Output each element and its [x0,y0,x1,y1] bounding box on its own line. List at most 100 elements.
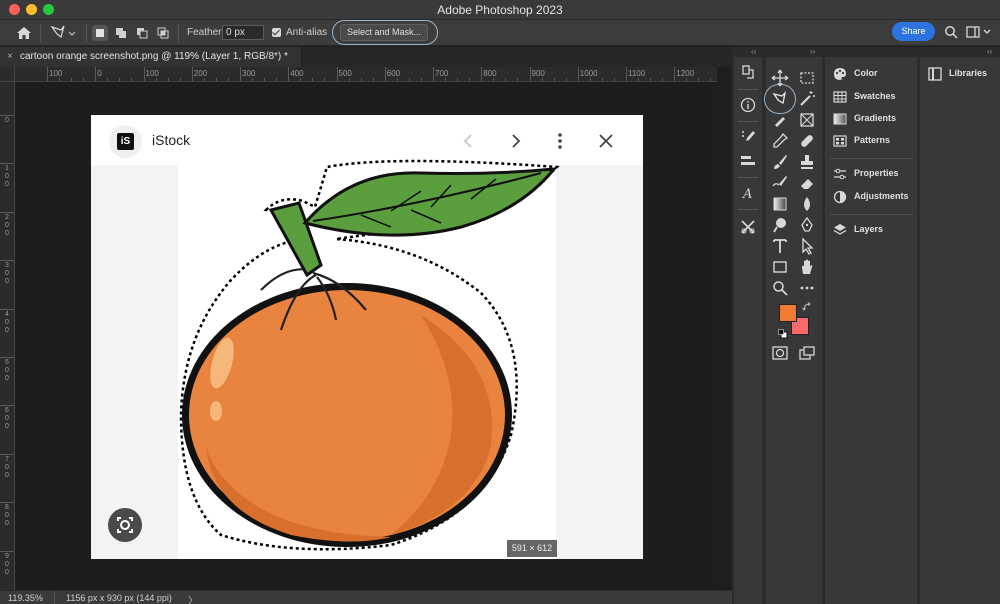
ruler-label: 400 [5,310,9,334]
share-button[interactable]: Share [892,22,935,41]
patterns-icon [833,135,847,147]
add-to-selection-button[interactable] [113,25,129,41]
patterns-panel-label: Patterns [854,135,891,145]
ruler-label: 900 [5,552,9,576]
tab-strip [302,47,732,67]
adjustments-panel-button[interactable]: Adjustments [833,189,917,205]
marquee-tool-icon[interactable] [798,69,816,87]
gradient-icon [833,113,847,125]
ruler-label: 900 [531,69,545,78]
pen-tool-icon[interactable] [798,216,816,234]
ruler-tick [47,67,48,81]
rectangle-tool-icon[interactable] [771,258,789,276]
ruler-label: 600 [5,407,9,431]
eyedropper-tool-icon[interactable] [771,132,789,150]
blur-tool-icon[interactable] [798,195,816,213]
type-tool-icon[interactable] [771,237,789,255]
app-title: Adobe Photoshop 2023 [437,3,563,17]
anti-alias-checkbox[interactable] [272,28,281,37]
home-icon[interactable] [15,24,33,42]
foreground-color-swatch[interactable] [779,304,797,322]
status-menu-arrow[interactable]: 〉 [188,592,198,604]
document-info[interactable]: 1156 px x 930 px (144 ppi) [66,593,172,603]
ruler-tick [384,67,386,81]
ruler-tick [0,308,14,310]
search-icon[interactable] [944,25,958,39]
swatches-panel-button[interactable]: Swatches [833,89,917,105]
polygonal-lasso-tool-icon[interactable] [771,90,789,108]
workspace-layout-icon[interactable] [966,25,980,39]
ruler-tick [191,67,193,81]
pen-small-tool-icon[interactable] [771,111,789,129]
path-selection-tool-icon[interactable] [798,237,816,255]
tool-presets-icon[interactable] [740,153,756,169]
horizontal-ruler[interactable]: 100 0 100 200 300 400 500 600 700 800 900 1000 1100 1… [15,67,717,82]
chevron-down-icon[interactable] [982,25,992,39]
frame-tool-icon[interactable] [798,111,816,129]
brush-tool-icon[interactable] [771,153,789,171]
select-and-mask-button[interactable]: Select and Mask... [340,24,428,41]
collapse-libraries-icon[interactable]: ‹‹ [987,47,992,57]
expand-panels-icon[interactable]: ›› [810,47,815,57]
feather-input[interactable]: 0 px [222,25,264,40]
ruler-label: 600 [386,69,401,78]
polygonal-lasso-preset-icon[interactable] [48,23,80,43]
move-tool-icon[interactable] [771,69,789,87]
collapse-panels-icon[interactable]: ‹‹ [751,47,756,57]
vertical-ruler[interactable]: 0 100 200 300 400 500 600 700 800 900 [0,82,15,590]
ruler-tick [626,67,627,81]
gradients-panel-label: Gradients [854,113,897,123]
brush-settings-icon[interactable] [740,129,756,145]
color-panel-button[interactable]: Color [833,66,917,82]
document-canvas[interactable]: iS iStock 591 × 612 [91,115,643,559]
clone-stamp-tool-icon[interactable] [798,153,816,171]
patterns-panel-button[interactable]: Patterns [833,133,917,149]
info-icon[interactable] [740,97,756,113]
ruler-tick [0,405,14,407]
ruler-tick [240,67,241,81]
quick-mask-icon[interactable] [771,344,789,362]
ruler-corner [0,67,15,82]
hand-tool-icon[interactable] [798,258,816,276]
document-tab[interactable]: × cartoon orange screenshot.png @ 119% (… [0,47,302,67]
screen-mode-icon[interactable] [798,344,816,362]
new-selection-button[interactable] [92,25,108,41]
gradient-tool-icon[interactable] [771,195,789,213]
ruler-label: 200 [5,213,9,237]
glyphs-tools-icon[interactable] [740,219,756,235]
cartoon-orange-illustration [179,159,560,551]
subtract-from-selection-button[interactable] [134,25,150,41]
zoom-level[interactable]: 119.35% [8,593,43,603]
anti-alias-label: Anti-alias [286,27,328,38]
magic-wand-tool-icon[interactable] [798,90,816,108]
libraries-icon [928,67,942,81]
ruler-tick [0,115,14,116]
swap-colors-icon[interactable] [802,302,812,312]
history-brush-tool-icon[interactable] [771,174,789,192]
layers-panel-label: Layers [854,224,884,234]
character-icon[interactable]: A [740,185,756,201]
history-icon[interactable] [740,65,756,81]
close-tab-icon[interactable]: × [7,51,13,62]
ruler-label: 1200 [676,69,695,78]
ruler-label: 100 [49,69,63,78]
intersect-with-selection-button[interactable] [155,25,171,41]
libraries-panel-button[interactable]: Libraries [928,66,1000,82]
dodge-tool-icon[interactable] [771,216,789,234]
properties-panel-button[interactable]: Properties [833,166,917,182]
libraries-column: Libraries [920,57,1000,604]
more-tools-icon[interactable] [798,279,816,297]
layers-panel-button[interactable]: Layers [833,222,917,238]
default-colors-icon[interactable] [778,329,788,339]
swatches-grid-icon [833,91,847,103]
ruler-label: 500 [5,359,9,382]
zoom-tool-icon[interactable] [771,279,789,297]
eraser-tool-icon[interactable] [798,174,816,192]
gradients-panel-button[interactable]: Gradients [833,111,917,127]
healing-brush-tool-icon[interactable] [798,132,816,150]
status-bar: 119.35% 1156 px x 930 px (144 ppi) 〉 [0,590,732,604]
ruler-tick [0,163,14,165]
image-dimensions-badge: 591 × 612 [507,540,557,557]
ruler-tick [0,260,14,262]
ruler-label: 800 [483,69,497,78]
